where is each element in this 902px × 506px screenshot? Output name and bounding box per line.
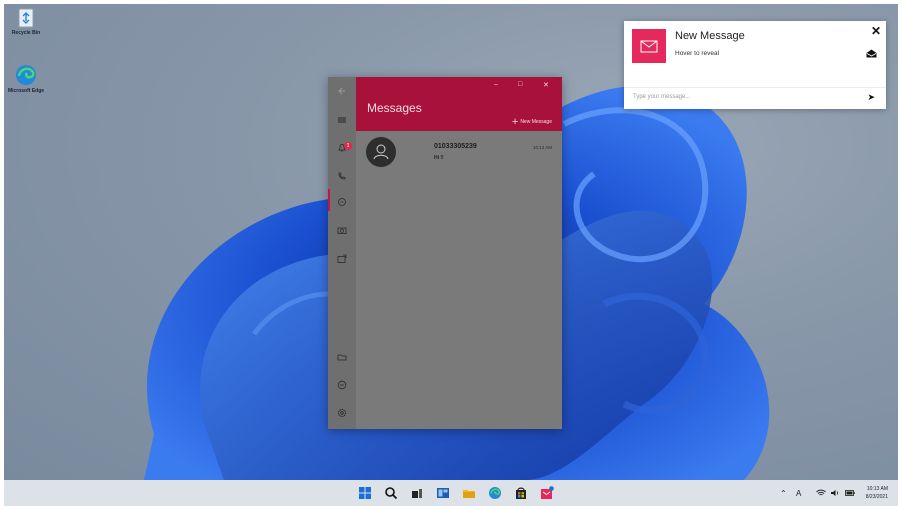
clock-time: 10:13 AM (866, 486, 888, 492)
new-message-button[interactable]: + New Message (511, 114, 552, 128)
search-icon[interactable] (384, 486, 398, 500)
plus-icon: + (511, 116, 519, 128)
toast-title: New Message (675, 30, 745, 42)
messages-window: 1 – □ ✕ Messages + New Message 010333052… (328, 77, 562, 429)
store-icon[interactable] (514, 486, 528, 500)
avatar (366, 137, 396, 167)
taskbar: ⌃ A 10:13 AM 8/23/2021 (4, 480, 898, 506)
recycle-bin-icon (18, 8, 34, 28)
desktop-icon-edge[interactable]: Microsoft Edge (6, 64, 46, 94)
reply-input[interactable]: Type your message... (633, 94, 690, 100)
volume-icon[interactable] (830, 489, 840, 497)
input-indicator[interactable]: A (796, 489, 801, 498)
share-screen-icon[interactable] (337, 254, 347, 264)
clock-date: 8/23/2021 (865, 494, 888, 500)
contact-name: 01033305239 (434, 143, 477, 150)
desktop-icon-label: Recycle Bin (11, 30, 41, 36)
new-message-toast[interactable]: New Message Hover to reveal ✕ Type your … (624, 21, 886, 109)
start-icon[interactable] (358, 486, 372, 500)
folder-icon[interactable] (337, 352, 347, 362)
message-snippet: Hi !! (434, 155, 444, 161)
widgets-icon[interactable] (436, 486, 450, 500)
file-explorer-icon[interactable] (462, 486, 476, 500)
edge-icon (16, 65, 36, 85)
notification-badge: 1 (344, 142, 352, 150)
desktop-icon-recycle-bin[interactable]: Recycle Bin (6, 8, 46, 36)
conversation-item[interactable]: 01033305239 Hi !! 10:13 AM (356, 131, 562, 171)
app-icon (632, 29, 666, 63)
menu-icon[interactable] (337, 115, 347, 125)
wifi-icon[interactable] (816, 489, 826, 497)
back-icon[interactable] (337, 86, 347, 96)
chat-icon[interactable] (337, 197, 347, 207)
toast-subtitle: Hover to reveal (675, 50, 720, 57)
messages-app-icon[interactable] (540, 486, 554, 500)
mark-read-icon[interactable] (866, 49, 877, 58)
close-button[interactable]: ✕ (543, 81, 549, 89)
message-time: 10:13 AM (532, 145, 552, 150)
toast-divider (624, 87, 886, 88)
nav-rail: 1 (328, 77, 356, 429)
chevron-up-icon[interactable]: ⌃ (780, 489, 787, 498)
person-icon (373, 144, 389, 160)
messages-header: – □ ✕ Messages + New Message (356, 77, 562, 131)
desktop-icon-label: Microsoft Edge (7, 88, 45, 94)
envelope-icon (640, 40, 658, 53)
task-view-icon[interactable] (410, 486, 424, 500)
camera-icon[interactable] (337, 225, 347, 235)
new-message-label: New Message (520, 119, 552, 125)
page-title: Messages (367, 101, 422, 115)
edge-browser-icon[interactable] (488, 486, 502, 500)
battery-icon[interactable] (845, 490, 855, 496)
toast-close-button[interactable]: ✕ (871, 24, 881, 38)
settings-gear-icon[interactable] (337, 408, 347, 418)
phone-icon[interactable] (337, 171, 347, 181)
system-clock[interactable]: 10:13 AM 8/23/2021 (866, 485, 888, 501)
selected-indicator (328, 189, 330, 211)
minimize-button[interactable]: – (494, 81, 498, 88)
send-icon[interactable]: ➤ (867, 92, 875, 103)
maximize-button[interactable]: □ (518, 81, 522, 88)
minus-circle-icon[interactable] (337, 380, 347, 390)
